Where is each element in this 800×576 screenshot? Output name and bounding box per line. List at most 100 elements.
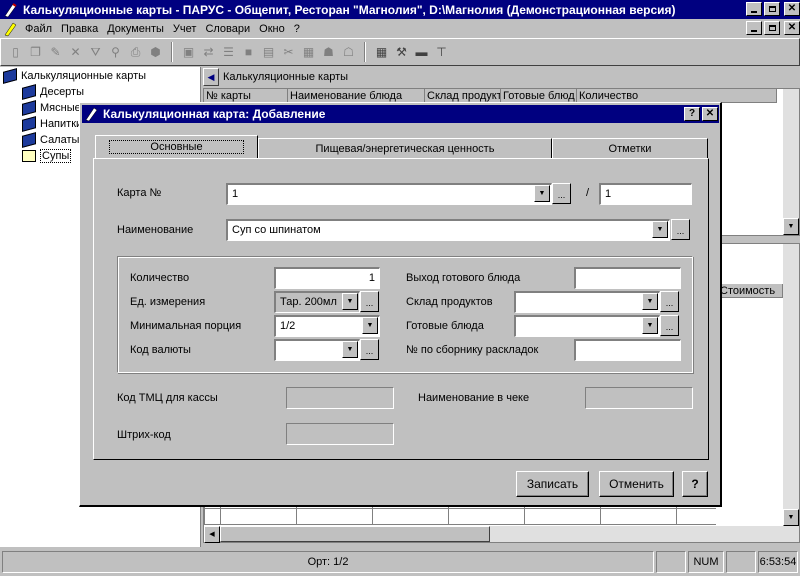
doc-restore-button[interactable] [764,21,780,35]
folder-icon[interactable]: ▬ [413,44,430,61]
col-header-warehouse[interactable]: Склад продукт [425,89,501,103]
transfer-icon[interactable]: ⇄ [200,44,217,61]
yield-field[interactable] [574,267,681,289]
scroll-down-button[interactable]: ▼ [783,509,799,526]
book-icon [3,68,17,84]
users-icon[interactable]: ☗ [320,44,337,61]
structure-icon[interactable]: ⊤ [433,44,450,61]
minimize-button[interactable] [746,2,762,16]
tree-item-drinks[interactable]: Напитки [22,116,82,132]
recipe-no-field[interactable] [574,339,681,361]
status-main: Орт: 1/2 [2,551,654,573]
col-header-card-no[interactable]: № карты [204,89,288,103]
restore-button[interactable] [764,2,780,16]
menu-window[interactable]: Окно [259,23,285,35]
warehouse-ellipsis-button[interactable]: ... [660,291,679,312]
receipt-name-label: Наименование в чеке [418,392,530,404]
back-arrow-icon[interactable]: ◀ [203,68,219,86]
tab-basic[interactable]: Основные [95,135,258,158]
card-number-dropdown[interactable]: ▼ [534,185,550,202]
tab-marks[interactable]: Отметки [552,138,708,158]
close-button[interactable]: ✕ [784,2,800,16]
name-dropdown[interactable]: ▼ [652,221,668,238]
find-icon[interactable]: ⚲ [107,44,124,61]
barcode-field[interactable] [286,423,394,445]
tree-item-meat[interactable]: Мясные [22,100,81,116]
currency-ellipsis-button[interactable]: ... [360,339,379,360]
group-icon[interactable]: ☖ [340,44,357,61]
upper-vscroll[interactable]: ▼ [783,89,799,235]
lower-vscroll[interactable]: ▼ [783,244,799,542]
card-suffix-field[interactable]: 1 [599,183,692,205]
scroll-thumb[interactable] [220,526,490,542]
doc-icon[interactable] [3,21,19,37]
lower-hscroll[interactable]: ◀ [204,525,784,543]
toolbar-separator [364,42,366,62]
tree-item-salads[interactable]: Салаты [22,132,79,148]
menu-bar: Файл Правка Документы Учет Словари Окно … [0,19,800,38]
menu-accounting[interactable]: Учет [173,23,197,35]
quantity-field[interactable]: 1 [274,267,380,289]
col-header-cost[interactable]: Стоимость [717,284,783,298]
new-icon[interactable]: ▯ [7,44,24,61]
menu-documents[interactable]: Документы [107,23,164,35]
col-header-dish-name[interactable]: Наименование блюда [288,89,425,103]
copy-icon[interactable]: ❐ [27,44,44,61]
min-portion-dropdown[interactable]: ▼ [362,317,378,334]
close-icon: ✕ [787,22,797,33]
card-number-field[interactable]: 1 [226,183,552,205]
cancel-button[interactable]: Отменить [599,471,674,497]
receipt-name-field[interactable] [585,387,693,409]
scroll-down-button[interactable]: ▼ [783,218,799,235]
warehouse-dropdown[interactable]: ▼ [642,293,658,310]
menu-dictionaries[interactable]: Словари [205,23,250,35]
dialog-close-button[interactable]: ✕ [702,107,718,121]
menu-help[interactable]: ? [294,23,300,35]
tab-nutrition[interactable]: Пищевая/энергетическая ценность [258,138,552,158]
list-icon[interactable]: ☰ [220,44,237,61]
ready-dropdown[interactable]: ▼ [642,317,658,334]
delete-icon[interactable]: ✕ [67,44,84,61]
tmc-field[interactable] [286,387,394,409]
tree-item-soups[interactable]: Супы [22,148,72,164]
main-window-controls: ✕ [746,2,800,16]
name-field[interactable]: Суп со шпинатом [226,219,670,241]
clipboard-icon[interactable]: ▦ [300,44,317,61]
settings-icon[interactable]: ⚒ [393,44,410,61]
menu-edit[interactable]: Правка [61,23,98,35]
unit-dropdown[interactable]: ▼ [342,293,358,310]
ready-ellipsis-button[interactable]: ... [660,315,679,336]
tools-icon[interactable]: ✂ [280,44,297,61]
app-icon[interactable] [3,2,19,18]
name-ellipsis-button[interactable]: ... [671,219,690,240]
scroll-left-button[interactable]: ◀ [204,525,220,543]
col-header-ready[interactable]: Готовые блюд [501,89,577,103]
currency-dropdown[interactable]: ▼ [342,341,358,358]
tree-item-desserts[interactable]: Десерты [22,84,84,100]
edit-icon[interactable]: ✎ [47,44,64,61]
list-panel-title: Калькуляционные карты [223,71,349,83]
link-icon[interactable]: ▣ [180,44,197,61]
help-button[interactable]: ? [682,471,708,497]
doc-close-button[interactable]: ✕ [784,21,800,35]
calculator-icon[interactable]: ▦ [373,44,390,61]
export-icon[interactable]: ⬢ [147,44,164,61]
ready-field[interactable] [514,315,660,337]
unit-ellipsis-button[interactable]: ... [360,291,379,312]
dialog: Калькуляционная карта: Добавление ? ✕ Ос… [79,102,722,507]
warehouse-field[interactable] [514,291,660,313]
help-button-label: ? [691,477,699,491]
doc-minimize-button[interactable] [746,21,762,35]
save-button[interactable]: Записать [516,471,589,497]
block-icon[interactable]: ■ [240,44,257,61]
report-icon[interactable]: ▤ [260,44,277,61]
print-icon[interactable]: ⎙ [127,44,144,61]
card-number-ellipsis-button[interactable]: ... [552,183,571,204]
chevron-down-icon: ▼ [346,346,354,353]
chevron-down-icon: ▼ [366,322,374,329]
col-header-quantity[interactable]: Количество [577,89,777,103]
tree-root[interactable]: Калькуляционные карты [3,68,146,84]
filter-icon[interactable]: ⛛ [87,44,104,61]
menu-file[interactable]: Файл [25,23,52,35]
dialog-help-button[interactable]: ? [684,107,700,121]
